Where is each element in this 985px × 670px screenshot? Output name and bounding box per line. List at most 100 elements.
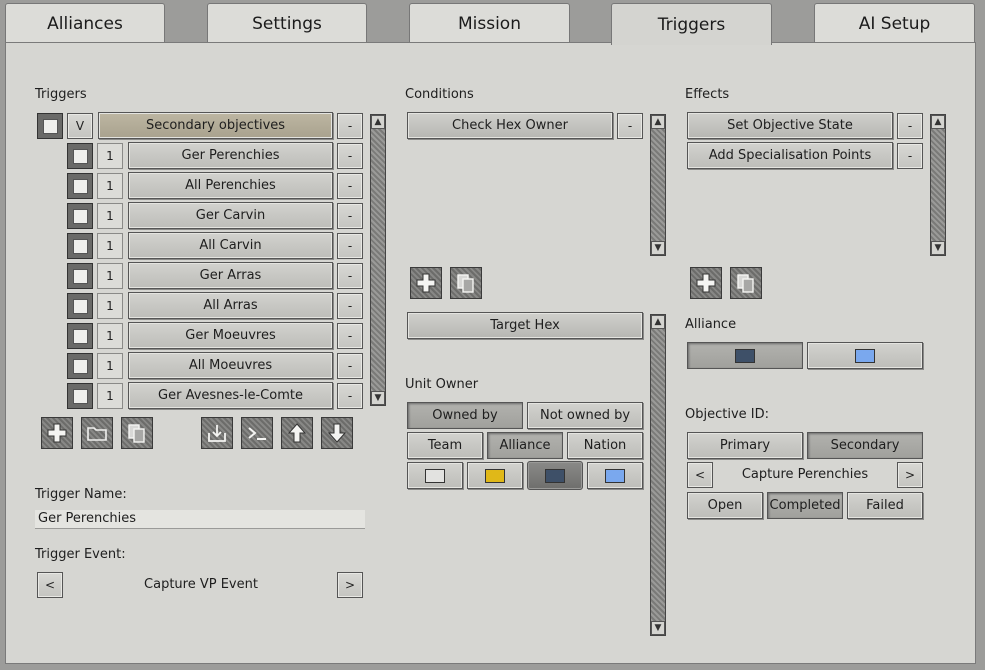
alliance-option[interactable] <box>807 342 923 369</box>
conditions-heading: Conditions <box>405 87 474 102</box>
scroll-down-arrow-icon[interactable]: ▼ <box>651 621 665 635</box>
trigger-checkbox[interactable] <box>67 263 93 289</box>
arrow-down-icon <box>327 423 347 443</box>
tab-triggers[interactable]: Triggers <box>611 3 772 45</box>
trigger-item[interactable]: All Carvin <box>128 232 333 259</box>
trigger-item[interactable]: Ger Perenchies <box>128 142 333 169</box>
event-prev-button[interactable]: < <box>37 572 63 598</box>
trigger-count[interactable]: 1 <box>97 383 123 409</box>
trigger-checkbox[interactable] <box>67 173 93 199</box>
condition-params-scrollbar[interactable]: ▲ ▼ <box>650 314 666 636</box>
trigger-item[interactable]: All Perenchies <box>128 172 333 199</box>
tab-ai-setup[interactable]: AI Setup <box>814 3 975 43</box>
trigger-count[interactable]: 1 <box>97 353 123 379</box>
event-next-button[interactable]: > <box>337 572 363 598</box>
objective-prev-button[interactable]: < <box>687 462 713 488</box>
trigger-remove-button[interactable]: - <box>337 203 363 229</box>
trigger-checkbox[interactable] <box>67 293 93 319</box>
trigger-remove-button[interactable]: - <box>337 233 363 259</box>
state-completed-button[interactable]: Completed <box>767 492 843 519</box>
alliance-button[interactable]: Alliance <box>487 432 563 459</box>
condition-remove-button[interactable]: - <box>617 113 643 139</box>
scroll-up-arrow-icon[interactable]: ▲ <box>651 115 665 129</box>
trigger-name-input[interactable]: Ger Perenchies <box>35 510 365 529</box>
target-hex-button[interactable]: Target Hex <box>407 312 643 339</box>
alliance-option-selected[interactable] <box>687 342 803 369</box>
plus-icon <box>696 273 716 293</box>
effect-remove-button[interactable]: - <box>897 143 923 169</box>
copy-condition-button[interactable] <box>450 267 482 299</box>
scroll-down-arrow-icon[interactable]: ▼ <box>651 241 665 255</box>
trigger-checkbox[interactable] <box>67 353 93 379</box>
trigger-group-secondary-objectives[interactable]: Secondary objectives <box>98 112 333 139</box>
trigger-count[interactable]: 1 <box>97 203 123 229</box>
group-toggle-button[interactable]: V <box>67 113 93 139</box>
move-down-button[interactable] <box>321 417 353 449</box>
triggers-scrollbar[interactable]: ▲ ▼ <box>370 114 386 406</box>
owner-color-option[interactable] <box>587 462 643 489</box>
trigger-remove-button[interactable]: - <box>337 293 363 319</box>
trigger-count[interactable]: 1 <box>97 233 123 259</box>
trigger-checkbox[interactable] <box>67 143 93 169</box>
trigger-count[interactable]: 1 <box>97 323 123 349</box>
add-folder-button[interactable] <box>81 417 113 449</box>
tab-alliances[interactable]: Alliances <box>5 3 165 43</box>
scroll-up-arrow-icon[interactable]: ▲ <box>651 315 665 329</box>
trigger-count[interactable]: 1 <box>97 263 123 289</box>
tab-mission[interactable]: Mission <box>409 3 570 43</box>
add-effect-button[interactable] <box>690 267 722 299</box>
trigger-remove-button[interactable]: - <box>337 143 363 169</box>
state-open-button[interactable]: Open <box>687 492 763 519</box>
effect-set-objective-state[interactable]: Set Objective State <box>687 112 893 139</box>
team-button[interactable]: Team <box>407 432 483 459</box>
trigger-checkbox[interactable] <box>67 203 93 229</box>
trigger-checkbox[interactable] <box>67 323 93 349</box>
nation-button[interactable]: Nation <box>567 432 643 459</box>
owned-by-button[interactable]: Owned by <box>407 402 523 429</box>
conditions-scrollbar[interactable]: ▲ ▼ <box>650 114 666 256</box>
owner-color-option-selected[interactable] <box>527 461 583 490</box>
scroll-up-arrow-icon[interactable]: ▲ <box>371 115 385 129</box>
tab-settings[interactable]: Settings <box>207 3 367 43</box>
move-up-button[interactable] <box>281 417 313 449</box>
owner-color-option[interactable] <box>467 462 523 489</box>
group-remove-button[interactable]: - <box>337 113 363 139</box>
scroll-down-arrow-icon[interactable]: ▼ <box>371 391 385 405</box>
group-checkbox[interactable] <box>37 113 63 139</box>
color-swatch <box>485 468 505 483</box>
owner-color-option[interactable] <box>407 462 463 489</box>
trigger-remove-button[interactable]: - <box>337 323 363 349</box>
scroll-up-arrow-icon[interactable]: ▲ <box>931 115 945 129</box>
trigger-remove-button[interactable]: - <box>337 173 363 199</box>
primary-button[interactable]: Primary <box>687 432 803 459</box>
copy-effect-button[interactable] <box>730 267 762 299</box>
import-trigger-button[interactable] <box>201 417 233 449</box>
trigger-remove-button[interactable]: - <box>337 263 363 289</box>
trigger-checkbox[interactable] <box>67 383 93 409</box>
add-condition-button[interactable] <box>410 267 442 299</box>
trigger-item[interactable]: All Moeuvres <box>128 352 333 379</box>
trigger-remove-button[interactable]: - <box>337 353 363 379</box>
condition-check-hex-owner[interactable]: Check Hex Owner <box>407 112 613 139</box>
effect-remove-button[interactable]: - <box>897 113 923 139</box>
scroll-down-arrow-icon[interactable]: ▼ <box>931 241 945 255</box>
trigger-remove-button[interactable]: - <box>337 383 363 409</box>
effect-add-specialisation-points[interactable]: Add Specialisation Points <box>687 142 893 169</box>
trigger-item[interactable]: Ger Avesnes-le-Comte <box>128 382 333 409</box>
trigger-item[interactable]: All Arras <box>128 292 333 319</box>
trigger-count[interactable]: 1 <box>97 173 123 199</box>
effects-scrollbar[interactable]: ▲ ▼ <box>930 114 946 256</box>
secondary-button[interactable]: Secondary <box>807 432 923 459</box>
trigger-checkbox[interactable] <box>67 233 93 259</box>
state-failed-button[interactable]: Failed <box>847 492 923 519</box>
trigger-item[interactable]: Ger Arras <box>128 262 333 289</box>
trigger-item[interactable]: Ger Carvin <box>128 202 333 229</box>
objective-next-button[interactable]: > <box>897 462 923 488</box>
script-console-button[interactable] <box>241 417 273 449</box>
trigger-item[interactable]: Ger Moeuvres <box>128 322 333 349</box>
copy-trigger-button[interactable] <box>121 417 153 449</box>
add-trigger-button[interactable] <box>41 417 73 449</box>
trigger-count[interactable]: 1 <box>97 143 123 169</box>
trigger-count[interactable]: 1 <box>97 293 123 319</box>
not-owned-by-button[interactable]: Not owned by <box>527 402 643 429</box>
